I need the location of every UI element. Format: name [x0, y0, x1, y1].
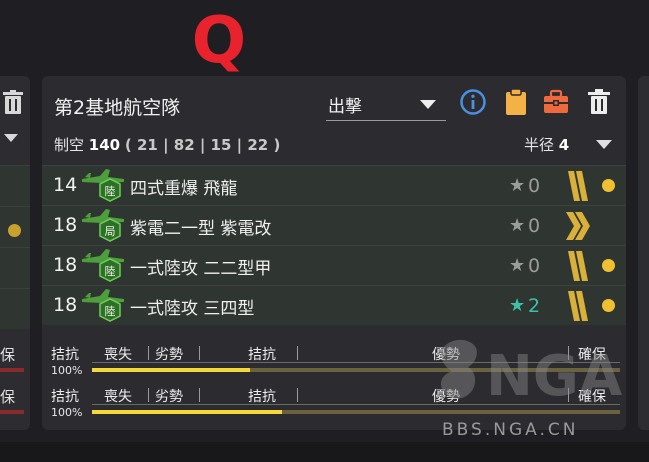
- trash-icon[interactable]: [2, 90, 24, 116]
- slot-plane-count: 18: [53, 294, 78, 316]
- slot-plane-count: 14: [53, 174, 78, 196]
- slot-plane-count: 18: [53, 254, 78, 276]
- air-power-summary: 制空 140 ( 21 | 82 | 15 | 22 ): [54, 134, 280, 155]
- gauge-label-parity: 拮抗: [51, 389, 79, 405]
- air-corps-title: 第2基地航空隊: [54, 97, 181, 119]
- star-icon: ★: [509, 175, 526, 196]
- status-dot: [602, 299, 615, 312]
- nga-watermark-logo: NGA: [440, 339, 623, 409]
- equipment-slot-list: 14 陸 四式重爆 飛龍 ★ 0 18 局 紫電二一型 紫電改 ★ 0 18 陸…: [42, 165, 626, 325]
- gauge-tick: [148, 388, 149, 402]
- chevron-down-icon: [420, 100, 436, 109]
- sortie-mode-select[interactable]: 出撃: [326, 88, 446, 121]
- gauge-tick: [148, 346, 149, 360]
- watermark-logo-text: NGA: [486, 344, 623, 409]
- gauge-bar: [0, 368, 24, 372]
- previous-air-corps-panel: 保 保: [0, 76, 30, 430]
- gauge-label-parity2: 拮抗: [248, 389, 276, 405]
- slot-equipment-name: 一式陸攻 二二型甲: [130, 259, 272, 279]
- air-power-breakdown: ( 21 | 82 | 15 | 22 ): [124, 136, 281, 154]
- slot-equipment-name: 紫電二一型 紫電改: [130, 219, 272, 239]
- radius-display[interactable]: 半径 4: [524, 134, 569, 155]
- chevron-down-icon[interactable]: [596, 140, 612, 149]
- sortie-mode-value: 出撃: [328, 97, 362, 117]
- equipment-slot[interactable]: 18 陸 一式陸攻 二二型甲 ★ 0: [42, 245, 626, 285]
- trash-icon[interactable]: [585, 88, 613, 116]
- radius-value: 4: [558, 136, 570, 154]
- list-item: [0, 288, 30, 329]
- slot-equipment-name: 一式陸攻 三四型: [130, 299, 255, 319]
- slot-plane-count: 18: [53, 214, 78, 236]
- land-attacker-icon: 陸: [82, 289, 124, 322]
- icon-badge: 陸: [105, 305, 116, 318]
- gauge-label-loss: 喪失: [104, 347, 132, 363]
- watermark-text: BBS.NGA.CN: [442, 420, 579, 440]
- equipment-slot[interactable]: 18 陸 一式陸攻 三四型 ★ 2: [42, 285, 626, 325]
- proficiency-double-bar-icon: [568, 171, 588, 201]
- slot-improvement-level: 0: [528, 215, 541, 237]
- interceptor-icon: 局: [82, 209, 124, 242]
- info-icon[interactable]: [459, 88, 487, 116]
- icon-badge: 陸: [105, 265, 116, 278]
- slot-improvement-level: 0: [528, 255, 541, 277]
- equipment-slot[interactable]: 14 陸 四式重爆 飛龍 ★ 0: [42, 165, 626, 205]
- land-attacker-icon: 陸: [82, 249, 124, 282]
- gauge-label-denial: 劣勢: [155, 389, 183, 405]
- star-icon: ★: [509, 255, 526, 276]
- air-power-value: 140: [88, 136, 121, 154]
- icon-badge: 局: [105, 225, 116, 238]
- status-dot: [602, 179, 615, 192]
- radius-label: 半径: [524, 136, 555, 154]
- clipboard-icon[interactable]: [502, 88, 530, 116]
- gauge-tick: [199, 346, 200, 360]
- gauge-label-denial: 劣勢: [155, 347, 183, 363]
- toolbox-icon[interactable]: [542, 88, 570, 116]
- next-air-corps-panel: [638, 76, 649, 430]
- list-item: [0, 247, 30, 288]
- gauge-fill: [92, 368, 251, 372]
- slot-equipment-name: 四式重爆 飛龍: [130, 179, 238, 199]
- land-attacker-icon: 陸: [82, 169, 124, 202]
- top-bar: [0, 0, 649, 68]
- gauge-percent: 100%: [51, 406, 83, 419]
- star-icon: ★: [509, 215, 526, 236]
- icon-badge: 陸: [105, 185, 116, 198]
- proficiency-double-bar-icon: [568, 291, 588, 321]
- gauge-label: 保: [0, 388, 16, 406]
- gauge-label-loss: 喪失: [104, 389, 132, 405]
- gauge-bar: [0, 410, 24, 414]
- proficiency-double-bar-icon: [568, 251, 588, 281]
- chevron-down-icon[interactable]: [4, 134, 18, 142]
- air-power-label: 制空: [54, 136, 85, 154]
- gauge-label-parity: 拮抗: [51, 347, 79, 363]
- gauge-percent: 100%: [51, 364, 83, 377]
- gauge-tick: [297, 388, 298, 402]
- gauge-fill: [92, 410, 283, 414]
- list-item: [0, 165, 30, 206]
- gauge-tick: [297, 346, 298, 360]
- gauge-label-parity2: 拮抗: [248, 347, 276, 363]
- q-annotation: Q: [191, 4, 247, 78]
- slot-improvement-level: 0: [528, 175, 541, 197]
- equipment-slot[interactable]: 18 局 紫電二一型 紫電改 ★ 0: [42, 205, 626, 245]
- gauge-tick: [199, 388, 200, 402]
- star-icon: ★: [509, 295, 526, 316]
- proficiency-double-chevron-icon: [566, 212, 590, 240]
- status-dot: [602, 259, 615, 272]
- gauge-label: 保: [0, 346, 16, 364]
- slot-improvement-level: 2: [528, 295, 541, 317]
- status-dot: [8, 224, 21, 237]
- bottom-bar: [0, 442, 649, 462]
